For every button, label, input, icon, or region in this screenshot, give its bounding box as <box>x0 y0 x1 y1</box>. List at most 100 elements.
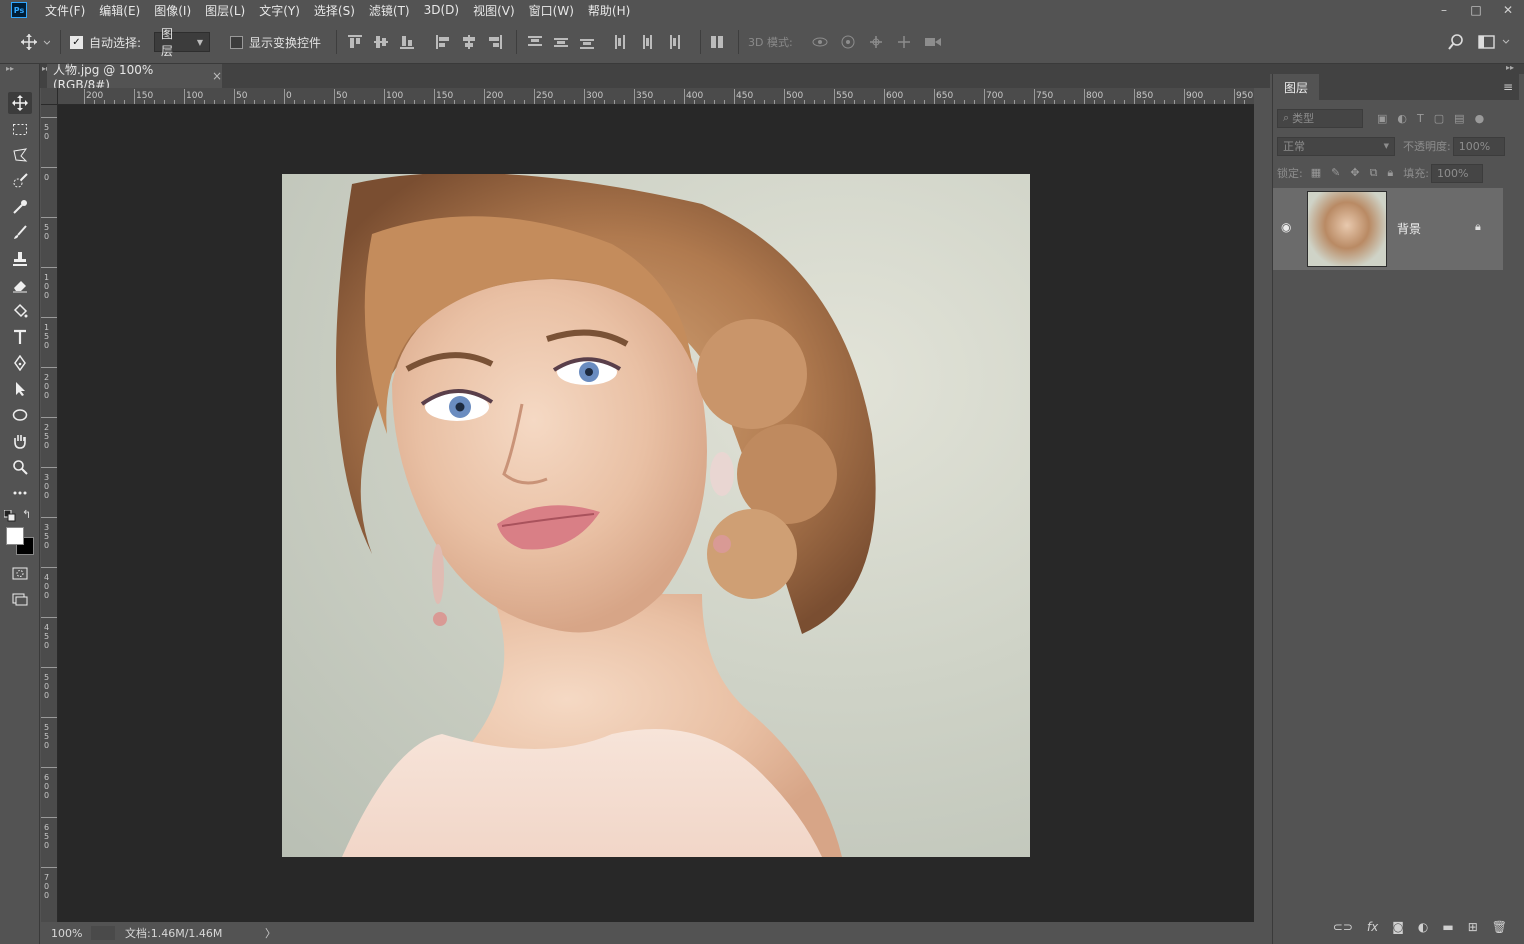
distribute-right-icon[interactable] <box>666 35 680 49</box>
adjustment-icon[interactable]: ◐ <box>1418 920 1428 934</box>
menu-select[interactable]: 选择(S) <box>314 2 355 19</box>
quick-mask-button[interactable] <box>8 562 32 584</box>
slide-3d-icon[interactable] <box>896 35 912 49</box>
menu-window[interactable]: 窗口(W) <box>529 2 574 19</box>
fx-icon[interactable]: fx <box>1367 920 1378 934</box>
lock-pixels-icon[interactable]: ✎ <box>1331 166 1340 180</box>
default-colors-icon[interactable] <box>3 509 16 525</box>
distribute-top-icon[interactable] <box>528 35 542 49</box>
layer-filter-select[interactable]: ⌕ 类型 <box>1277 108 1363 128</box>
link-icon[interactable]: ⊂⊃ <box>1333 920 1353 934</box>
align-vcenter-icon[interactable] <box>374 35 388 49</box>
menu-help[interactable]: 帮助(H) <box>588 2 630 19</box>
brush-tool[interactable] <box>8 222 32 244</box>
vertical-ruler[interactable]: 5 0 0 5 0 1 0 0 1 5 0 2 0 0 2 5 0 3 0 0 3 5 0 4 0… <box>41 105 58 922</box>
paint-bucket-tool[interactable] <box>8 300 32 322</box>
panel-collapse-icon[interactable]: ▸▸ <box>6 64 14 73</box>
folder-icon[interactable]: ▬ <box>1442 920 1453 934</box>
screen-mode-button[interactable] <box>8 588 32 610</box>
search-icon <box>1448 34 1463 50</box>
roll-3d-icon[interactable] <box>840 35 856 49</box>
menu-edit[interactable]: 编辑(E) <box>99 2 140 19</box>
path-select-tool[interactable] <box>8 378 32 400</box>
fill-field[interactable]: 100% <box>1431 163 1483 183</box>
panel-menu-icon[interactable]: ≡ <box>1503 80 1513 94</box>
menu-filter[interactable]: 滤镜(T) <box>369 2 410 19</box>
pen-tool[interactable] <box>8 352 32 374</box>
distribute-hcenter-icon[interactable] <box>640 35 654 49</box>
align-top-icon[interactable] <box>348 35 362 49</box>
type-filter-icon[interactable]: T <box>1417 112 1424 125</box>
auto-select-checkbox[interactable]: ✓ <box>70 35 83 49</box>
ruler-origin[interactable] <box>41 88 58 105</box>
layer-name[interactable]: 背景 <box>1397 220 1421 237</box>
vertical-scrollbar[interactable] <box>1254 88 1270 922</box>
status-menu-arrow[interactable]: 〉 <box>265 925 276 941</box>
menu-3d[interactable]: 3D(D) <box>424 3 459 17</box>
stamp-tool[interactable] <box>8 248 32 270</box>
adjustment-filter-icon[interactable]: ◐ <box>1397 112 1407 125</box>
swap-colors-icon[interactable]: ↰ <box>22 508 31 521</box>
quick-select-tool[interactable] <box>8 170 32 192</box>
move-tool[interactable] <box>8 92 32 114</box>
align-bottom-icon[interactable] <box>400 35 414 49</box>
ruler-label: 5 0 <box>44 223 50 241</box>
lasso-tool[interactable] <box>8 144 32 166</box>
mask-icon[interactable]: ◙ <box>1392 920 1404 934</box>
eraser-tool[interactable] <box>8 274 32 296</box>
search-button[interactable] <box>1448 32 1464 52</box>
minimize-button[interactable]: – <box>1428 0 1460 20</box>
layer-row[interactable]: ◉ 背景 🔒︎ <box>1273 188 1503 270</box>
lock-transparent-icon[interactable]: ▦ <box>1311 166 1321 180</box>
auto-align-button[interactable] <box>710 32 724 52</box>
shape-filter-icon[interactable]: ▢ <box>1434 112 1444 125</box>
workspace-switcher[interactable] <box>1478 32 1512 52</box>
hand-tool[interactable] <box>8 430 32 452</box>
close-icon[interactable]: × <box>212 69 222 83</box>
more-tools[interactable] <box>8 482 32 504</box>
align-left-icon[interactable] <box>436 35 450 49</box>
pan-3d-icon[interactable] <box>868 35 884 49</box>
maximize-button[interactable]: □ <box>1460 0 1492 20</box>
zoom-level[interactable]: 100% <box>51 927 91 940</box>
show-transform-checkbox[interactable] <box>230 35 243 49</box>
shape-tool[interactable] <box>8 404 32 426</box>
new-layer-icon[interactable]: ⊞ <box>1468 920 1478 934</box>
panel-collapse-icon[interactable]: ▸▸ <box>1506 63 1514 72</box>
eyedropper-tool[interactable] <box>8 196 32 218</box>
opacity-field[interactable]: 100% <box>1452 136 1505 156</box>
align-hcenter-icon[interactable] <box>462 35 476 49</box>
lock-artboard-icon[interactable]: ⧉ <box>1370 166 1378 180</box>
document-tab[interactable]: 人物.jpg @ 100%(RGB/8#) × <box>47 63 222 92</box>
trash-icon[interactable]: 🗑︎ <box>1492 920 1507 934</box>
distribute-vcenter-icon[interactable] <box>554 35 568 49</box>
distribute-left-icon[interactable] <box>614 35 628 49</box>
menu-layer[interactable]: 图层(L) <box>205 2 245 19</box>
lock-position-icon[interactable]: ✥ <box>1350 166 1359 180</box>
marquee-tool[interactable] <box>8 118 32 140</box>
move-tool-preset[interactable] <box>20 32 50 52</box>
menu-type[interactable]: 文字(Y) <box>259 2 300 19</box>
smart-object-filter-icon[interactable]: ▤ <box>1454 112 1464 125</box>
align-right-icon[interactable] <box>488 35 502 49</box>
menu-image[interactable]: 图像(I) <box>154 2 191 19</box>
document-tab-title: 人物.jpg @ 100%(RGB/8#) <box>53 62 154 92</box>
zoom-tool[interactable] <box>8 456 32 478</box>
lock-all-icon[interactable]: 🔒︎ <box>1387 166 1393 180</box>
foreground-color-swatch[interactable] <box>6 527 24 545</box>
auto-select-dropdown[interactable]: 图层 ▼ <box>154 27 210 58</box>
menu-file[interactable]: 文件(F) <box>45 2 85 19</box>
eye-icon[interactable]: ◉ <box>1281 220 1291 234</box>
distribute-bottom-icon[interactable] <box>580 35 594 49</box>
scale-3d-icon[interactable] <box>924 35 942 49</box>
tab-layers[interactable]: 图层 <box>1273 74 1319 100</box>
filter-toggle-icon[interactable]: ● <box>1475 112 1485 125</box>
image-filter-icon[interactable]: ▣ <box>1377 112 1387 125</box>
type-tool[interactable] <box>8 326 32 348</box>
menu-view[interactable]: 视图(V) <box>473 2 515 19</box>
horizontal-ruler[interactable]: 200 150 100 50 0 50 100 150 200 250 300 350 400 450 50… <box>58 88 1254 105</box>
close-button[interactable]: ✕ <box>1492 0 1524 20</box>
orbit-3d-icon[interactable] <box>812 35 828 49</box>
auto-select-target[interactable]: 图层 ▼ <box>154 27 210 58</box>
blend-mode-select[interactable]: 正常 ▼ <box>1277 136 1395 156</box>
